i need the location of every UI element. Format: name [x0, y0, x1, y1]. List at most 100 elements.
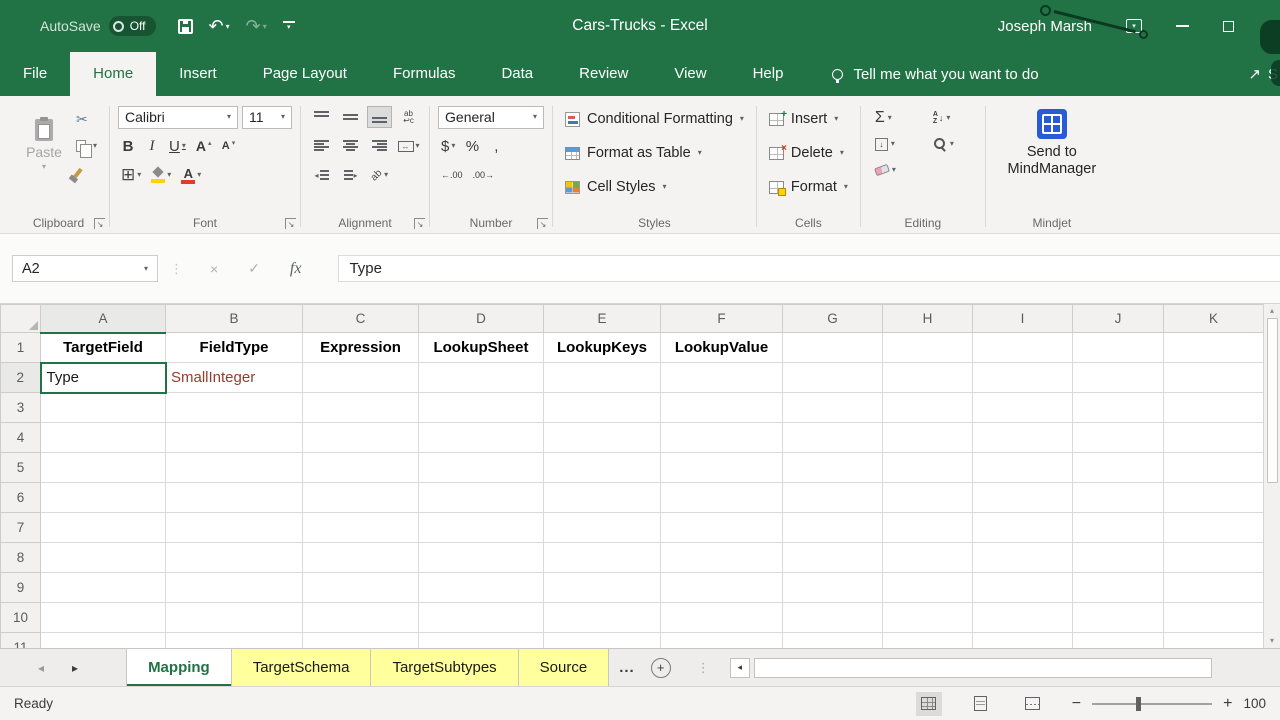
- sheet-tab-targetschema[interactable]: TargetSchema: [231, 649, 372, 686]
- sheet-nav-right[interactable]: ▸: [72, 661, 78, 675]
- zoom-out-button[interactable]: −: [1072, 695, 1081, 712]
- cell-J11[interactable]: [1072, 632, 1164, 648]
- borders-button[interactable]: ⊞ ▾: [118, 164, 144, 186]
- underline-button[interactable]: U ▾: [166, 135, 189, 157]
- cell-D7[interactable]: [418, 512, 544, 543]
- menu-tab-insert[interactable]: Insert: [156, 52, 240, 96]
- cut-button[interactable]: ✂: [72, 109, 101, 129]
- cell-B10[interactable]: [165, 602, 303, 633]
- horizontal-scroll-thumb[interactable]: [753, 657, 1212, 678]
- select-all-corner[interactable]: [0, 304, 41, 333]
- save-icon[interactable]: [177, 18, 193, 34]
- cell-J3[interactable]: [1072, 392, 1164, 423]
- cell-E11[interactable]: [543, 632, 661, 648]
- accounting-format-button[interactable]: $ ▾: [438, 135, 458, 157]
- cell-H9[interactable]: [882, 572, 973, 603]
- cell-C5[interactable]: [302, 452, 419, 483]
- column-header-F[interactable]: F: [660, 304, 783, 333]
- align-right-button[interactable]: [367, 135, 392, 157]
- cell-D4[interactable]: [418, 422, 544, 453]
- cell-J1[interactable]: [1072, 332, 1164, 363]
- cell-J4[interactable]: [1072, 422, 1164, 453]
- cell-E6[interactable]: [543, 482, 661, 513]
- sort-filter-caret[interactable]: ▾: [946, 114, 950, 122]
- cell-G9[interactable]: [782, 572, 883, 603]
- bottom-align-button[interactable]: [367, 106, 393, 128]
- column-header-E[interactable]: E: [543, 304, 661, 333]
- cell-D8[interactable]: [418, 542, 544, 573]
- cell-I9[interactable]: [972, 572, 1073, 603]
- scroll-down-arrow[interactable]: ▾: [1270, 637, 1274, 645]
- cell-I4[interactable]: [972, 422, 1073, 453]
- cell-B4[interactable]: [165, 422, 303, 453]
- cell-C6[interactable]: [302, 482, 419, 513]
- cell-C3[interactable]: [302, 392, 419, 423]
- sheet-tab-source[interactable]: Source: [518, 649, 610, 686]
- cell-H4[interactable]: [882, 422, 973, 453]
- accounting-caret[interactable]: ▾: [451, 142, 455, 150]
- cell-G7[interactable]: [782, 512, 883, 543]
- formula-bar-input[interactable]: Type: [338, 255, 1280, 282]
- cell-G2[interactable]: [782, 362, 883, 393]
- tell-me-box[interactable]: Tell me what you want to do: [832, 52, 1039, 96]
- autosave-toggle[interactable]: Off: [108, 16, 156, 36]
- copy-dropdown-caret[interactable]: ▾: [93, 142, 97, 150]
- font-size-combo[interactable]: 11 ▾: [242, 105, 293, 129]
- maximize-icon[interactable]: [1223, 20, 1234, 32]
- menu-tab-help[interactable]: Help: [730, 52, 807, 96]
- column-header-C[interactable]: C: [302, 304, 419, 333]
- page-layout-view-button[interactable]: [968, 692, 994, 716]
- column-header-D[interactable]: D: [418, 304, 544, 333]
- cell-B8[interactable]: [165, 542, 303, 573]
- top-align-button[interactable]: [309, 106, 334, 128]
- cell-E10[interactable]: [543, 602, 661, 633]
- cell-H10[interactable]: [882, 602, 973, 633]
- cell-B6[interactable]: [165, 482, 303, 513]
- row-header-7[interactable]: 7: [0, 512, 41, 543]
- cell-A4[interactable]: [40, 422, 166, 453]
- fill-caret[interactable]: ▾: [891, 140, 895, 148]
- name-box-caret[interactable]: ▾: [144, 264, 148, 273]
- format-as-table-button[interactable]: Format as Table ▾: [561, 140, 748, 166]
- cell-C2[interactable]: [302, 362, 419, 393]
- vertical-scrollbar[interactable]: ▴ ▾: [1263, 304, 1280, 648]
- cell-B9[interactable]: [165, 572, 303, 603]
- insert-function-button[interactable]: fx: [290, 260, 302, 278]
- cell-F1[interactable]: LookupValue: [660, 332, 783, 363]
- zoom-slider-thumb[interactable]: [1136, 696, 1142, 711]
- column-header-J[interactable]: J: [1072, 304, 1164, 333]
- cell-G5[interactable]: [782, 452, 883, 483]
- cell-C4[interactable]: [302, 422, 419, 453]
- sheet-tab-mapping[interactable]: Mapping: [126, 649, 232, 686]
- cell-I2[interactable]: [972, 362, 1073, 393]
- sheet-tab-overflow[interactable]: ...: [619, 659, 635, 676]
- cell-J6[interactable]: [1072, 482, 1164, 513]
- percent-style-button[interactable]: %: [462, 135, 482, 157]
- cell-C11[interactable]: [302, 632, 419, 648]
- cell-F9[interactable]: [660, 572, 783, 603]
- cell-J9[interactable]: [1072, 572, 1164, 603]
- cell-C9[interactable]: [302, 572, 419, 603]
- cell-J5[interactable]: [1072, 452, 1164, 483]
- cell-K9[interactable]: [1163, 572, 1264, 603]
- add-sheet-button[interactable]: +: [650, 657, 671, 678]
- hscroll-left-arrow[interactable]: ◂: [729, 657, 750, 678]
- borders-caret[interactable]: ▾: [137, 171, 141, 179]
- tab-scrollbar-splitter[interactable]: ⋮: [697, 660, 710, 676]
- cell-K2[interactable]: [1163, 362, 1264, 393]
- menu-tab-review[interactable]: Review: [556, 52, 651, 96]
- menu-tab-page-layout[interactable]: Page Layout: [240, 52, 370, 96]
- fill-color-button[interactable]: ▾: [148, 164, 174, 186]
- send-to-mindmanager-button[interactable]: Send to MindManager: [994, 102, 1110, 178]
- cell-F11[interactable]: [660, 632, 783, 648]
- italic-button[interactable]: I: [142, 135, 162, 157]
- bold-button[interactable]: B: [118, 135, 138, 157]
- cell-C10[interactable]: [302, 602, 419, 633]
- font-name-combo[interactable]: Calibri ▾: [118, 105, 239, 129]
- cell-K11[interactable]: [1163, 632, 1264, 648]
- cell-D3[interactable]: [418, 392, 544, 423]
- cell-E3[interactable]: [543, 392, 661, 423]
- autosum-button[interactable]: Σ ▾: [869, 110, 927, 126]
- column-header-A[interactable]: A: [40, 304, 166, 334]
- decrease-indent-button[interactable]: ◂: [309, 164, 334, 186]
